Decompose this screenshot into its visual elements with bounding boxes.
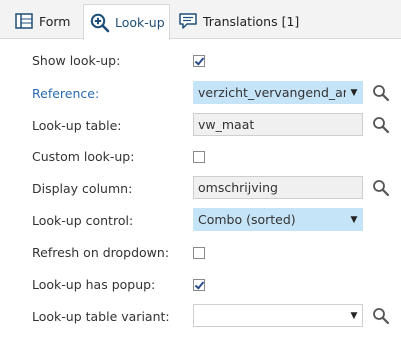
lookup-table-variant-select[interactable]: ▼: [193, 304, 363, 327]
search-icon[interactable]: [372, 179, 390, 197]
chevron-down-icon[interactable]: ▼: [346, 82, 362, 103]
lookup-magnifier-icon: [90, 13, 110, 33]
tab-form[interactable]: Form: [8, 4, 82, 38]
custom-lookup-label: Custom look-up:: [32, 149, 135, 164]
reference-select[interactable]: verzicht_vervangend_artikel ▼: [193, 81, 363, 104]
display-column-value: omschrijving: [198, 180, 278, 195]
reference-value: verzicht_vervangend_artikel: [198, 85, 346, 100]
search-icon[interactable]: [372, 84, 390, 102]
reference-selected-text: verzicht_vervangend_artikel: [198, 85, 346, 100]
search-icon[interactable]: [372, 307, 390, 325]
tab-translations-label: Translations [1]: [203, 13, 300, 29]
tab-lookup[interactable]: Look-up: [83, 4, 170, 40]
lookup-table-label: Look-up table:: [32, 118, 122, 133]
tab-form-label: Form: [39, 13, 71, 29]
tab-bar: Form Look-up Translations [1]: [0, 0, 401, 40]
lookup-table-value: vw_maat: [198, 117, 255, 132]
refresh-on-dropdown-label: Refresh on dropdown:: [32, 245, 170, 260]
lookup-control-select[interactable]: Combo (sorted) ▼: [193, 208, 363, 231]
show-lookup-checkbox[interactable]: [193, 55, 205, 67]
search-icon[interactable]: [372, 116, 390, 134]
lookup-control-label: Look-up control:: [32, 213, 134, 228]
lookup-has-popup-checkbox[interactable]: [193, 279, 205, 291]
refresh-on-dropdown-checkbox[interactable]: [193, 247, 205, 259]
tab-lookup-label: Look-up: [115, 15, 165, 30]
custom-lookup-checkbox[interactable]: [193, 151, 205, 163]
lookup-table-variant-label: Look-up table variant:: [32, 309, 170, 324]
translations-icon: [178, 11, 198, 31]
show-lookup-label: Show look-up:: [32, 53, 121, 68]
display-column-field[interactable]: omschrijving: [193, 176, 363, 199]
reference-label[interactable]: Reference:: [32, 86, 99, 101]
chevron-down-icon[interactable]: ▼: [346, 209, 362, 230]
tab-translations[interactable]: Translations [1]: [172, 4, 300, 38]
form-grid-icon: [14, 11, 34, 31]
display-column-label: Display column:: [32, 181, 133, 196]
lookup-control-value: Combo (sorted): [198, 212, 296, 227]
lookup-table-field[interactable]: vw_maat: [193, 113, 363, 136]
chevron-down-icon[interactable]: ▼: [346, 305, 362, 326]
lookup-has-popup-label: Look-up has popup:: [32, 277, 156, 292]
